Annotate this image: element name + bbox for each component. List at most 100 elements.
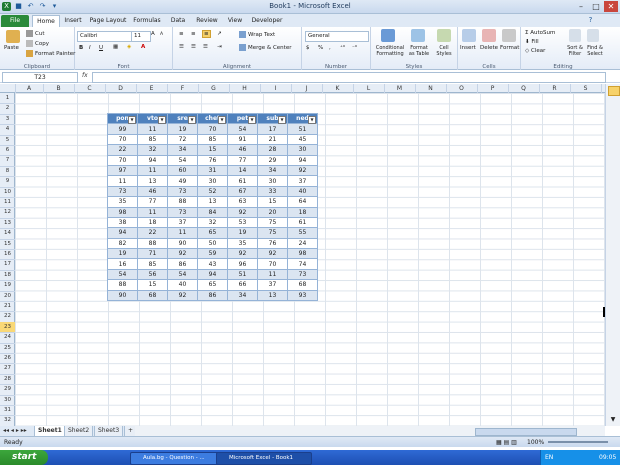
scroll-thumb[interactable] <box>608 86 620 96</box>
column-header[interactable]: C <box>74 84 106 93</box>
table-cell[interactable]: 43 <box>197 258 228 270</box>
table-cell[interactable]: 37 <box>257 279 288 291</box>
table-cell[interactable]: 60 <box>167 164 198 177</box>
column-header[interactable]: J <box>291 84 323 93</box>
filter-dropdown-icon[interactable]: ▼ <box>188 116 196 124</box>
table-cell[interactable]: 67 <box>227 185 258 198</box>
tab-insert[interactable]: Insert <box>60 15 86 27</box>
close-icon[interactable]: ✕ <box>604 1 618 12</box>
table-cell[interactable]: 11 <box>257 268 288 281</box>
table-cell[interactable]: 98 <box>107 206 138 218</box>
table-cell[interactable]: 51 <box>227 268 258 281</box>
table-cell[interactable]: 15 <box>257 196 288 208</box>
table-cell[interactable]: 30 <box>197 175 228 187</box>
table-cell[interactable]: 40 <box>167 279 198 291</box>
clear-button[interactable]: ◇ Clear <box>525 48 545 54</box>
formula-input[interactable] <box>92 72 606 83</box>
table-cell[interactable]: 14 <box>227 164 258 177</box>
table-cell[interactable]: 34 <box>167 144 198 156</box>
hscroll-thumb[interactable] <box>475 428 577 436</box>
table-cell[interactable]: 92 <box>287 164 318 177</box>
wrap-text-button[interactable]: Wrap Text <box>239 31 275 38</box>
insert-cells-button[interactable]: Insert <box>460 45 476 51</box>
table-cell[interactable]: 73 <box>167 185 198 198</box>
table-cell[interactable]: 88 <box>167 196 198 208</box>
table-cell[interactable]: 11 <box>137 164 168 177</box>
column-header[interactable]: I <box>260 84 292 93</box>
table-cell[interactable]: 94 <box>197 268 228 281</box>
format-painter-button[interactable]: Format Painter <box>26 50 75 57</box>
table-cell[interactable]: 61 <box>287 216 318 229</box>
column-header[interactable]: R <box>539 84 571 93</box>
format-cells-button[interactable]: Format <box>500 45 519 51</box>
filter-dropdown-icon[interactable]: ▼ <box>248 116 256 124</box>
shrink-font-icon[interactable]: A <box>160 32 163 37</box>
indent-icon[interactable]: ⇥ <box>217 44 222 50</box>
filter-dropdown-icon[interactable]: ▼ <box>218 116 226 124</box>
table-header-cell[interactable]: vto ▼ <box>137 112 168 125</box>
table-cell[interactable]: 92 <box>167 289 198 302</box>
language-indicator[interactable]: EN <box>545 454 553 461</box>
table-cell[interactable]: 75 <box>257 227 288 239</box>
insert-function-icon[interactable]: fx <box>82 72 88 79</box>
autosum-button[interactable]: Σ AutoSum <box>525 30 555 36</box>
table-cell[interactable]: 11 <box>137 206 168 218</box>
percent-button[interactable]: % <box>318 45 323 51</box>
table-cell[interactable]: 77 <box>137 196 168 208</box>
table-cell[interactable]: 45 <box>287 133 318 146</box>
table-cell[interactable]: 75 <box>257 216 288 229</box>
tab-developer[interactable]: Developer <box>249 15 285 27</box>
sheet-nav-icon[interactable]: ◂◂ ◂ ▸ ▸▸ <box>0 426 30 436</box>
column-header[interactable]: P <box>477 84 509 93</box>
table-cell[interactable]: 86 <box>197 289 228 302</box>
column-header[interactable]: D <box>105 84 137 93</box>
column-header[interactable]: L <box>353 84 385 93</box>
table-cell[interactable]: 94 <box>107 227 138 239</box>
table-cell[interactable]: 34 <box>257 164 288 177</box>
table-cell[interactable]: 63 <box>227 196 258 208</box>
vertical-scrollbar[interactable]: ▼ <box>605 84 620 426</box>
table-cell[interactable]: 18 <box>137 216 168 229</box>
cut-button[interactable]: Cut <box>26 30 44 37</box>
format-as-table-button[interactable]: Format as Table <box>407 45 431 57</box>
align-middle-icon[interactable]: ≡ <box>191 31 196 37</box>
table-cell[interactable]: 91 <box>227 133 258 146</box>
decrease-decimal-icon[interactable]: ⁻⁰ <box>352 45 357 51</box>
table-cell[interactable]: 17 <box>257 123 288 135</box>
table-cell[interactable]: 22 <box>107 144 138 156</box>
merge-center-button[interactable]: Merge & Center <box>239 44 291 51</box>
table-cell[interactable]: 73 <box>107 185 138 198</box>
table-cell[interactable]: 54 <box>107 268 138 281</box>
start-button[interactable]: start <box>0 450 48 465</box>
border-icon[interactable]: ▦ <box>113 44 118 50</box>
tab-formulas[interactable]: Formulas <box>131 15 163 27</box>
table-header-cell[interactable]: pon ▼ <box>107 112 138 125</box>
table-cell[interactable]: 96 <box>227 258 258 270</box>
comma-icon[interactable]: , <box>329 45 331 51</box>
table-cell[interactable]: 22 <box>137 227 168 239</box>
table-cell[interactable]: 90 <box>167 237 198 250</box>
table-cell[interactable]: 46 <box>137 185 168 198</box>
table-cell[interactable]: 37 <box>287 175 318 187</box>
table-cell[interactable]: 90 <box>107 289 138 302</box>
scroll-down-icon[interactable]: ▼ <box>608 416 618 424</box>
table-cell[interactable]: 19 <box>227 227 258 239</box>
table-cell[interactable]: 24 <box>287 237 318 250</box>
table-cell[interactable]: 32 <box>197 216 228 229</box>
table-cell[interactable]: 70 <box>107 133 138 146</box>
minimize-icon[interactable]: – <box>574 1 588 12</box>
table-cell[interactable]: 35 <box>227 237 258 250</box>
taskbar-item-excel[interactable]: Microsoft Excel - Book1 <box>216 452 312 465</box>
font-name-select[interactable]: Calibri <box>77 31 133 42</box>
table-cell[interactable]: 35 <box>107 196 138 208</box>
zoom-level[interactable]: 100% <box>527 439 544 446</box>
table-cell[interactable]: 28 <box>257 144 288 156</box>
table-cell[interactable]: 49 <box>167 175 198 187</box>
table-cell[interactable]: 54 <box>167 268 198 281</box>
table-cell[interactable]: 71 <box>137 248 168 260</box>
table-cell[interactable]: 16 <box>107 258 138 270</box>
table-cell[interactable]: 30 <box>287 144 318 156</box>
table-cell[interactable]: 56 <box>137 268 168 281</box>
table-cell[interactable]: 73 <box>287 268 318 281</box>
table-cell[interactable]: 88 <box>137 237 168 250</box>
